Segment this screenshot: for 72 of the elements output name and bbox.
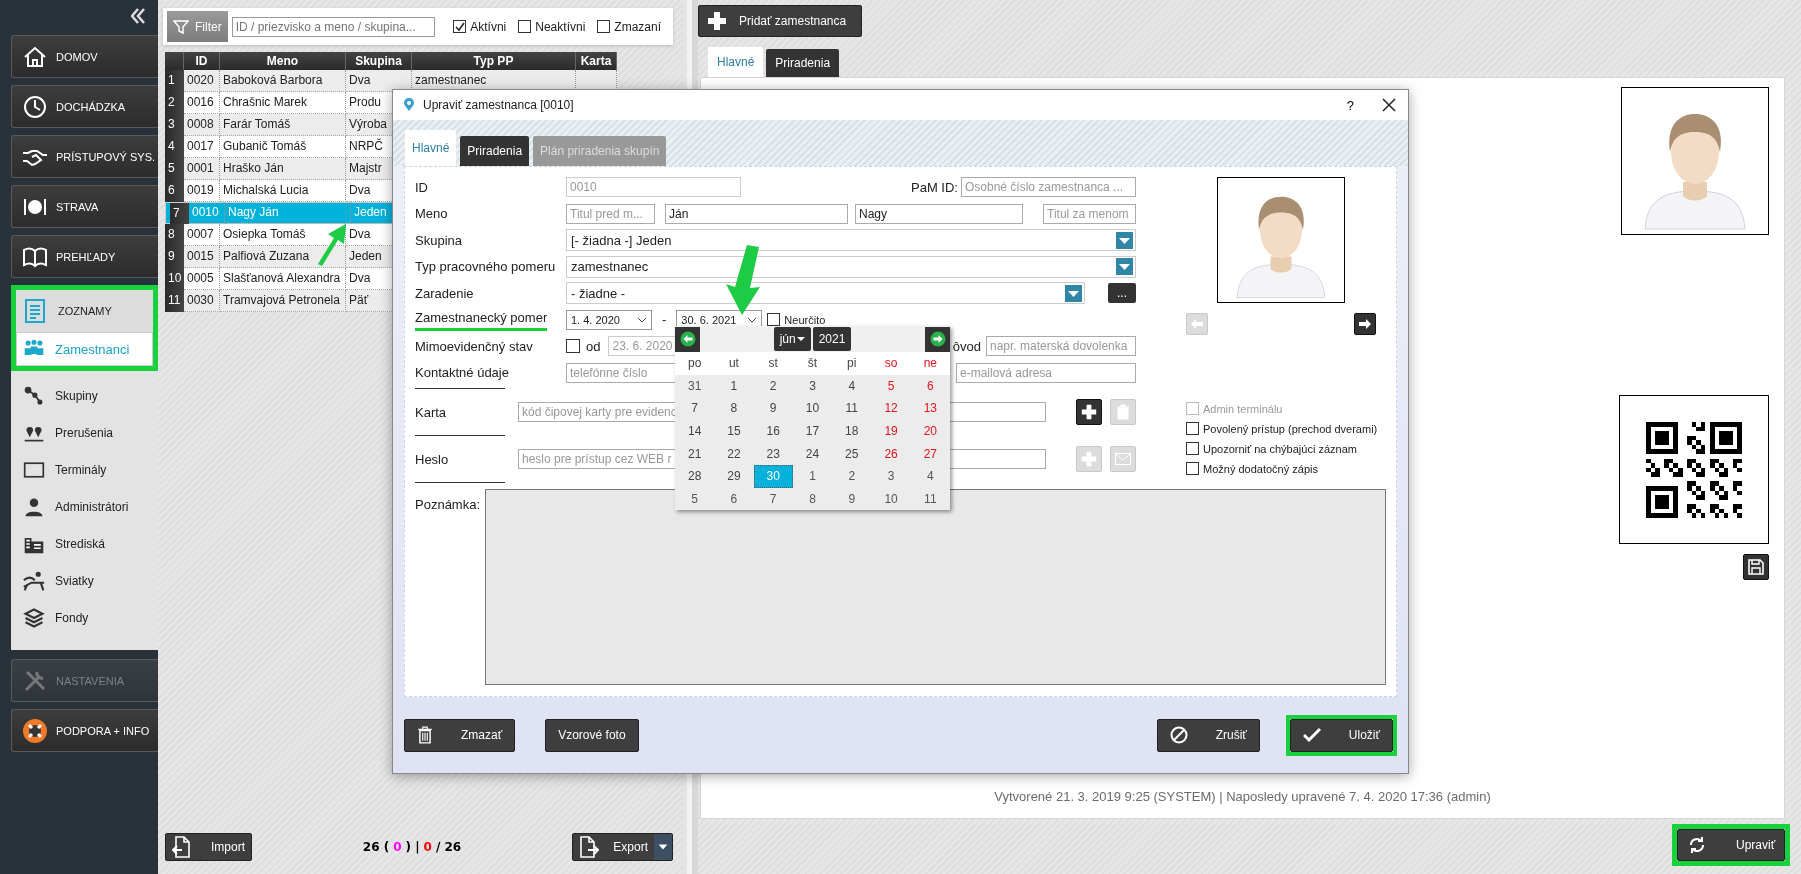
table-cell: 0030 [187,293,214,307]
count-text: 0 [393,840,402,854]
weekday-label: ut [714,352,754,375]
row-number: 6 [165,180,184,202]
row-number: 8 [165,224,184,246]
audit-text: Vytvorené 21. 3. 2019 9:25 (SYSTEM) | Naposledy upravené 7. 4. 2020 17:36 (admin) [993,789,1492,804]
table-cell: 0016 [187,95,214,109]
table-cell: Dva [349,271,371,285]
weekday-label: po [675,352,715,375]
row-number: 7 [170,202,189,224]
table-cell: 0001 [187,161,214,175]
row-number: 11 [165,290,184,312]
field-label: Poznámka: [415,496,482,514]
table-cell: Dva [349,73,371,87]
weekday-label: št [792,352,833,375]
table-cell: Päť [349,293,369,307]
table-cell: 0015 [187,249,214,263]
field-label: Heslo [415,451,450,467]
table-cell: 0019 [187,183,214,197]
table-cell: Jeden [349,249,382,263]
table-cell: 0008 [187,117,214,131]
table-cell: Slašťanová Alexandra [223,271,341,285]
table-cell: Baboková Barbora [223,73,323,87]
table-cell: Jeden [354,205,387,219]
field-label: Kontaktné údaje [415,365,510,380]
table-cell: Výroba [349,117,388,131]
field-label: ID [415,179,429,195]
table-cell: NRPČ [349,139,383,153]
table-cell: Michalská Lucia [223,183,309,197]
table-cell: 0017 [187,139,214,153]
row-number: 3 [165,114,184,136]
row-number: 5 [165,158,184,180]
table-cell: Farár Tomáš [223,117,291,131]
field-label: Meno [415,206,449,221]
table-cell: Dva [349,227,371,241]
table-cell: zamestnanec [415,73,487,87]
weekday-label: pi [832,352,872,375]
table-cell: Osiepka Tomáš [223,227,306,241]
table-cell: Dva [349,183,371,197]
table-cell: 0020 [187,73,214,87]
count-text: 26 ( [362,840,390,854]
table-cell: Hraško Ján [223,161,284,175]
table-cell: Chrašnic Marek [223,95,308,109]
row-number: 2 [165,92,184,114]
table-cell: 0005 [187,271,214,285]
field-label: Mimoevidenčný stav [415,338,534,354]
weekday-label: st [753,352,793,375]
weekday-label: ne [910,352,950,375]
table-cell: 0010 [192,205,219,219]
field-label: ôvod [952,338,981,354]
row-number: 4 [165,136,184,158]
dialog-title: Upraviť zamestnanca [0010] [423,98,574,112]
count-text: / 26 [435,840,462,854]
row-number: 10 [165,268,184,290]
table-cell: Nagy Ján [228,205,279,219]
count-text: ) | [405,840,420,854]
table-cell: Gubanič Tomáš [223,139,307,153]
field-label: Skupina [415,232,463,248]
row-number: 9 [165,246,184,268]
field-label: Zamestnanecký pomer [415,308,547,331]
count-text: 0 [423,840,432,854]
table-cell: Tramvajová Petronela [223,293,340,307]
table-cell: Produ [349,95,382,109]
table-cell: Palfiová Zuzana [223,249,310,263]
table-cell: 0007 [187,227,214,241]
field-label: PaM ID: [911,179,958,195]
weekday-label: so [871,352,911,375]
row-number: 1 [165,70,184,92]
field-label: od [586,338,601,354]
table-cell: Majstr [349,161,382,175]
date-separator: - [662,312,667,327]
field-label: Karta [415,404,448,420]
